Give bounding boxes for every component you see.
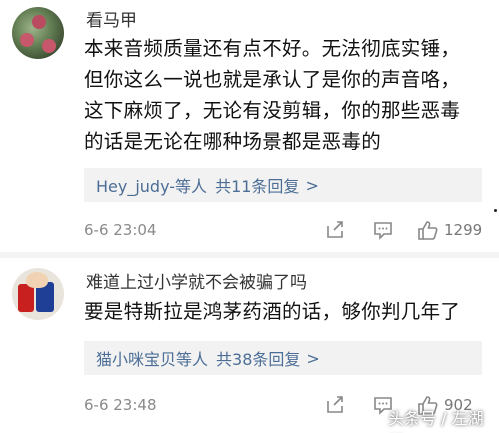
reply-users: Hey_judy-等人 (96, 177, 208, 196)
avatar[interactable] (12, 268, 64, 320)
comment-item: 看马甲 本来音频质量还有点不好。无法彻底实锤， 但你这么一说也就是承认了是你的声… (0, 0, 499, 250)
watermark: 头条号 / 左湖桥 (388, 409, 484, 428)
scroll-dot (494, 209, 497, 212)
replies-link[interactable]: Hey_judy-等人 共11条回复 > (84, 168, 482, 202)
chevron-right-icon: > (306, 348, 320, 368)
chevron-right-icon: > (305, 175, 319, 195)
comment-line: 的话是无论在哪种场景都是恶毒的 (84, 130, 382, 153)
timestamp: 6-6 23:48 (84, 396, 157, 414)
comment-text: 要是特斯拉是鸿茅药酒的话，够你判几年了 (84, 296, 492, 327)
reply-users: 猫小咪宝贝等人 (96, 350, 209, 369)
thumbs-up-icon[interactable] (416, 219, 440, 245)
comment-text: 本来音频质量还有点不好。无法彻底实锤， 但你这么一说也就是承认了是你的声音咯， … (84, 33, 492, 157)
comment-line: 本来音频质量还有点不好。无法彻底实锤， (84, 37, 461, 60)
comment-line: 要是特斯拉是鸿茅药酒的话，够你判几年了 (84, 300, 461, 323)
reply-count: 共11条回复 (215, 177, 300, 196)
username[interactable]: 看马甲 (86, 6, 137, 31)
like-count: 1299 (444, 221, 483, 239)
comment-icon[interactable] (372, 219, 394, 245)
replies-link[interactable]: 猫小咪宝贝等人 共38条回复 > (84, 341, 482, 375)
username[interactable]: 难道上过小学就不会被骗了吗 (86, 268, 307, 293)
share-icon[interactable] (324, 219, 346, 245)
comment-line: 这下麻烦了，无论有没剪辑，你的那些恶毒 (84, 99, 461, 122)
avatar[interactable] (12, 7, 64, 59)
timestamp: 6-6 23:04 (84, 221, 157, 239)
comment-footer: 6-6 23:04 1299 (84, 219, 494, 243)
share-icon[interactable] (324, 394, 346, 420)
comment-line: 但你这么一说也就是承认了是你的声音咯， (84, 68, 461, 91)
reply-count: 共38条回复 (216, 350, 301, 369)
